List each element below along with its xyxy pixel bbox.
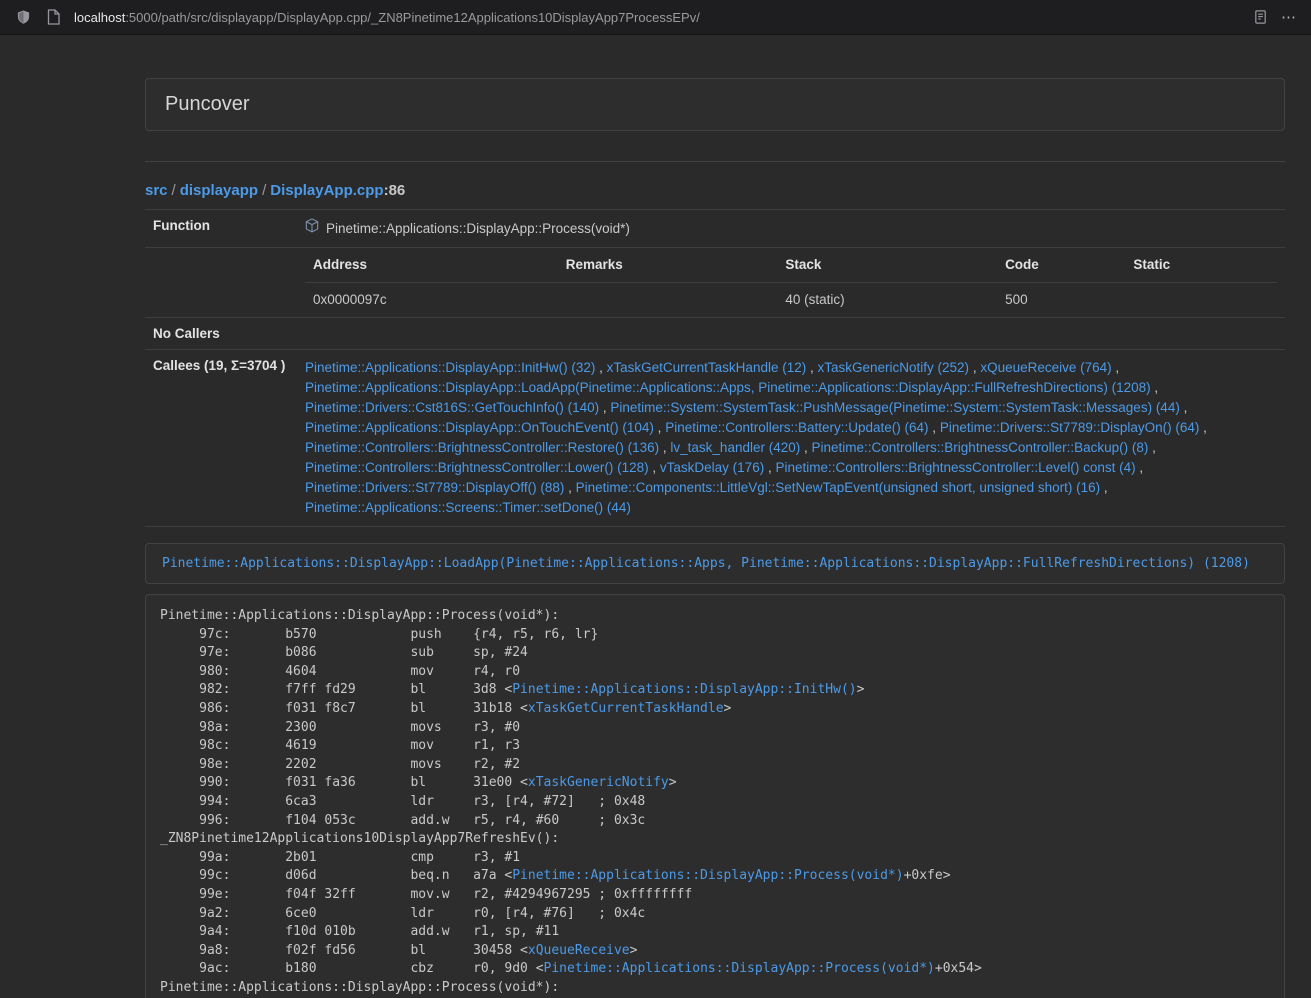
callee-link[interactable]: Pinetime::Controllers::BrightnessControl… [812, 440, 1149, 455]
address-bar[interactable]: localhost:5000/path/src/displayapp/Displ… [74, 10, 1239, 25]
url-host: localhost [74, 10, 125, 25]
callee-link[interactable]: Pinetime::Drivers::St7789::DisplayOn() (… [940, 420, 1200, 435]
callee-link[interactable]: Pinetime::Applications::DisplayApp::Init… [305, 360, 595, 375]
callee-separator: , [1112, 360, 1120, 375]
callee-separator: , [599, 400, 610, 415]
highlighted-symbol-panel: Pinetime::Applications::DisplayApp::Load… [145, 543, 1285, 584]
callee-link[interactable]: Pinetime::Applications::DisplayApp::Load… [305, 380, 1151, 395]
stats-stack-value: 40 (static) [777, 283, 997, 318]
callee-link[interactable]: Pinetime::Controllers::BrightnessControl… [775, 460, 1135, 475]
callee-link[interactable]: Pinetime::Components::LittleVgl::SetNewT… [576, 480, 1101, 495]
app-title-panel: Puncover [145, 78, 1285, 131]
callee-separator: , [654, 420, 665, 435]
function-name: Pinetime::Applications::DisplayApp::Proc… [326, 219, 630, 239]
breadcrumb-link-file[interactable]: DisplayApp.cpp [270, 182, 383, 199]
stats-code-value: 500 [997, 283, 1125, 318]
stats-header-static: Static [1125, 248, 1277, 283]
callee-link[interactable]: Pinetime::Controllers::BrightnessControl… [305, 460, 649, 475]
callee-separator: , [564, 480, 575, 495]
callee-separator: , [659, 440, 670, 455]
stats-static-value [1125, 283, 1277, 318]
stats-header-row: Address Remarks Stack Code Static [305, 248, 1277, 283]
disassembly-pre: Pinetime::Applications::DisplayApp::Proc… [160, 607, 1270, 998]
callee-separator: , [1136, 460, 1144, 475]
stats-row-container: Address Remarks Stack Code Static 0x0000… [145, 248, 1285, 318]
stats-header-stack: Stack [777, 248, 997, 283]
breadcrumb-separator: / [258, 182, 270, 199]
browser-toolbar: localhost:5000/path/src/displayapp/Displ… [0, 0, 1311, 35]
callee-link[interactable]: Pinetime::System::SystemTask::PushMessag… [610, 400, 1179, 415]
callee-separator: , [764, 460, 775, 475]
highlighted-symbol-link[interactable]: Pinetime::Applications::DisplayApp::Load… [162, 556, 1250, 571]
callee-link[interactable]: Pinetime::Controllers::BrightnessControl… [305, 440, 659, 455]
function-row: Function Pinetime::Applications::Display… [145, 210, 1285, 248]
stats-header-address: Address [305, 248, 558, 283]
breadcrumb: src/displayapp/DisplayApp.cpp:86 [145, 182, 1285, 199]
callee-separator: , [1100, 480, 1108, 495]
breadcrumb-separator: / [168, 182, 180, 199]
page-info-icon[interactable] [44, 8, 62, 26]
callees-row: Callees (19, Σ=3704 ) Pinetime::Applicat… [145, 350, 1285, 527]
callee-separator: , [649, 460, 660, 475]
disassembly-panel: Pinetime::Applications::DisplayApp::Proc… [145, 594, 1285, 998]
callee-separator: , [929, 420, 940, 435]
app-title: Puncover [165, 93, 250, 115]
callee-link[interactable]: vTaskDelay (176) [660, 460, 764, 475]
callees-list: Pinetime::Applications::DisplayApp::Init… [305, 358, 1277, 518]
callee-separator: , [969, 360, 980, 375]
stats-header-code: Code [997, 248, 1125, 283]
url-path: :5000/path/src/displayapp/DisplayApp.cpp… [125, 10, 700, 25]
callers-row: No Callers [145, 318, 1285, 350]
symbol-table: Function Pinetime::Applications::Display… [145, 209, 1285, 527]
callee-link[interactable]: lv_task_handler (420) [670, 440, 800, 455]
callee-separator: , [1148, 440, 1156, 455]
callee-link[interactable]: Pinetime::Controllers::Battery::Update()… [665, 420, 928, 435]
stats-remarks-value [558, 283, 778, 318]
symbol-cube-icon [305, 218, 319, 239]
callee-link[interactable]: xQueueReceive (764) [980, 360, 1111, 375]
callee-separator: , [1199, 420, 1207, 435]
stats-header-remarks: Remarks [558, 248, 778, 283]
callees-label: Callees (19, Σ=3704 ) [145, 350, 297, 527]
callee-separator: , [1151, 380, 1159, 395]
divider [145, 161, 1285, 162]
disassembly-symbol-link[interactable]: xTaskGenericNotify [528, 775, 669, 790]
more-actions-icon[interactable]: ⋯ [1281, 8, 1297, 26]
breadcrumb-link-src[interactable]: src [145, 182, 168, 199]
disassembly-symbol-link[interactable]: xQueueReceive [528, 943, 630, 958]
reader-view-icon[interactable] [1251, 8, 1269, 26]
stats-address-value: 0x0000097c [305, 283, 558, 318]
callee-separator: , [595, 360, 606, 375]
callee-separator: , [806, 360, 817, 375]
callee-separator: , [800, 440, 811, 455]
disassembly-symbol-link[interactable]: Pinetime::Applications::DisplayApp::Proc… [544, 961, 935, 976]
function-row-label: Function [145, 210, 297, 248]
callee-link[interactable]: Pinetime::Applications::DisplayApp::OnTo… [305, 420, 654, 435]
callee-separator: , [1180, 400, 1188, 415]
callee-link[interactable]: xTaskGetCurrentTaskHandle (12) [607, 360, 807, 375]
stats-table: Address Remarks Stack Code Static 0x0000… [305, 248, 1277, 317]
breadcrumb-line-number: :86 [384, 182, 406, 199]
breadcrumb-link-displayapp[interactable]: displayapp [180, 182, 258, 199]
callee-link[interactable]: Pinetime::Drivers::Cst816S::GetTouchInfo… [305, 400, 599, 415]
empty-cell [145, 248, 297, 318]
no-callers-label: No Callers [145, 318, 297, 350]
disassembly-symbol-link[interactable]: Pinetime::Applications::DisplayApp::Init… [512, 682, 856, 697]
callee-link[interactable]: xTaskGenericNotify (252) [818, 360, 970, 375]
shield-icon[interactable] [14, 8, 32, 26]
stats-data-row: 0x0000097c 40 (static) 500 [305, 283, 1277, 318]
callee-link[interactable]: Pinetime::Applications::Screens::Timer::… [305, 500, 631, 515]
disassembly-symbol-link[interactable]: xTaskGetCurrentTaskHandle [528, 701, 724, 716]
callee-link[interactable]: Pinetime::Drivers::St7789::DisplayOff() … [305, 480, 564, 495]
disassembly-symbol-link[interactable]: Pinetime::Applications::DisplayApp::Proc… [512, 868, 903, 883]
